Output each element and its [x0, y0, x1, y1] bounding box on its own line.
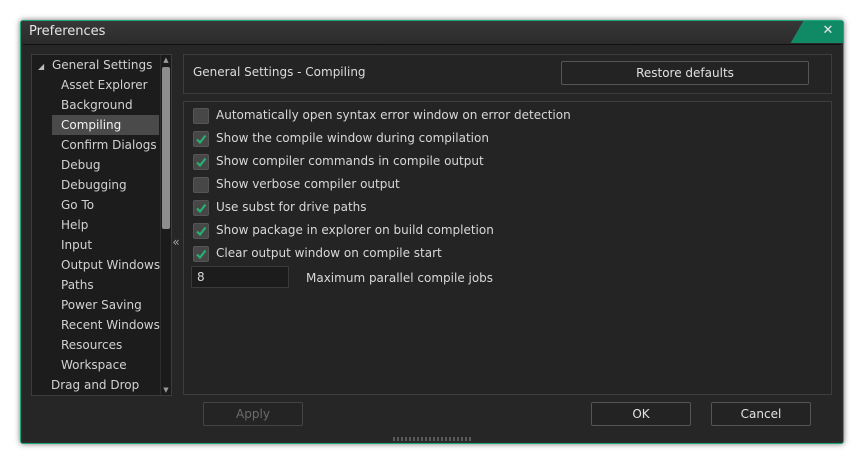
option-label: Show compiler commands in compile output	[216, 154, 484, 168]
tree-item-label: Compiling	[61, 118, 122, 132]
tree-root-general-settings[interactable]: ◢ General Settings	[38, 55, 152, 75]
tree-item-label: Resources	[61, 338, 123, 352]
option-checkbox[interactable]	[193, 223, 209, 239]
tree-item-output-windows[interactable]: Output Windows	[52, 255, 161, 275]
option-row: Show verbose compiler output	[193, 176, 793, 194]
tree-item-asset-explorer[interactable]: Asset Explorer	[52, 75, 159, 95]
checkmark-icon	[196, 134, 207, 145]
option-label: Show package in explorer on build comple…	[216, 223, 494, 237]
section-title: General Settings - Compiling	[193, 65, 366, 79]
tree-item-paths[interactable]: Paths	[52, 275, 159, 295]
tree-item-compiling[interactable]: Compiling	[52, 115, 159, 135]
tree-item-label: Confirm Dialogs	[61, 138, 157, 152]
restore-defaults-button[interactable]: Restore defaults	[561, 61, 809, 85]
tree-item-label: Power Saving	[61, 298, 142, 312]
tree-item-go-to[interactable]: Go To	[52, 195, 159, 215]
tree-item-label: Debugging	[61, 178, 127, 192]
option-checkbox[interactable]	[193, 200, 209, 216]
cancel-button[interactable]: Cancel	[711, 402, 811, 426]
option-label: Show verbose compiler output	[216, 177, 400, 191]
tree-scrollbar[interactable]: ▲ ▼	[160, 55, 171, 395]
tree-item-input[interactable]: Input	[52, 235, 159, 255]
settings-tree: ◢ General Settings Asset Explorer Backgrou…	[31, 54, 172, 396]
tree-item-label: Input	[61, 238, 93, 252]
tree-item-confirm-dialogs[interactable]: Confirm Dialogs	[52, 135, 159, 155]
expand-triangle-icon[interactable]: ◢	[38, 57, 52, 77]
collapse-panel-icon[interactable]: «	[170, 235, 182, 249]
option-row: Clear output window on compile start	[193, 245, 793, 263]
tree-item-help[interactable]: Help	[52, 215, 159, 235]
tree-item-debug[interactable]: Debug	[52, 155, 159, 175]
option-checkbox[interactable]	[193, 246, 209, 262]
tree-item-workspace[interactable]: Workspace	[52, 355, 159, 375]
tree-item-label: Recent Windows	[61, 318, 160, 332]
tree-item-label: Paths	[61, 278, 94, 292]
option-label: Clear output window on compile start	[216, 246, 442, 260]
option-label: Show the compile window during compilati…	[216, 131, 489, 145]
tree-item-label: Workspace	[61, 358, 127, 372]
tree-item-resources[interactable]: Resources	[52, 335, 159, 355]
tree-item-debugging[interactable]: Debugging	[52, 175, 159, 195]
option-checkbox[interactable]	[193, 154, 209, 170]
option-row: Show the compile window during compilati…	[193, 130, 793, 148]
tree-item-background[interactable]: Background	[52, 95, 159, 115]
close-icon[interactable]: ✕	[821, 24, 835, 38]
apply-button[interactable]: Apply	[203, 402, 303, 426]
checkmark-icon	[196, 226, 207, 237]
tree-root-label: Drag and Drop	[51, 378, 140, 392]
parallel-jobs-input[interactable]	[191, 266, 289, 288]
scroll-down-icon[interactable]: ▼	[161, 385, 171, 395]
title-bar[interactable]: Preferences ✕	[21, 21, 843, 43]
section-header: General Settings - Compiling Restore def…	[183, 54, 832, 94]
checkmark-icon	[196, 203, 207, 214]
option-label: Use subst for drive paths	[216, 200, 367, 214]
parallel-jobs-label: Maximum parallel compile jobs	[306, 271, 494, 285]
compiling-options: Automatically open syntax error window o…	[183, 101, 832, 395]
option-label: Automatically open syntax error window o…	[216, 108, 571, 122]
preferences-window: Preferences ✕ ◢ General Settings Asset Ex…	[20, 20, 844, 444]
option-row: Automatically open syntax error window o…	[193, 107, 793, 125]
option-checkbox[interactable]	[193, 177, 209, 193]
tree-root-drag-and-drop[interactable]: Drag and Drop	[38, 375, 139, 395]
tree-item-label: Output Windows	[61, 258, 161, 272]
scroll-up-icon[interactable]: ▲	[161, 55, 171, 65]
option-row: Show compiler commands in compile output	[193, 153, 793, 171]
option-checkbox[interactable]	[193, 131, 209, 147]
window-title: Preferences	[29, 24, 106, 39]
checkmark-icon	[196, 249, 207, 260]
tree-item-label: Debug	[61, 158, 101, 172]
resize-grip[interactable]	[393, 437, 473, 441]
option-checkbox[interactable]	[193, 108, 209, 124]
ok-button[interactable]: OK	[591, 402, 691, 426]
tree-item-power-saving[interactable]: Power Saving	[52, 295, 159, 315]
tree-item-label: Help	[61, 218, 89, 232]
tree-item-label: Background	[61, 98, 133, 112]
scrollbar-thumb[interactable]	[162, 67, 170, 229]
tree-item-label: Go To	[61, 198, 95, 212]
option-row: Show package in explorer on build comple…	[193, 222, 793, 240]
tree-root-label: General Settings	[52, 58, 153, 72]
tree-item-label: Asset Explorer	[61, 78, 148, 92]
option-row: Use subst for drive paths	[193, 199, 793, 217]
tree-item-recent-windows[interactable]: Recent Windows	[52, 315, 160, 335]
checkmark-icon	[196, 157, 207, 168]
dialog-body: ◢ General Settings Asset Explorer Backgrou…	[23, 44, 841, 441]
